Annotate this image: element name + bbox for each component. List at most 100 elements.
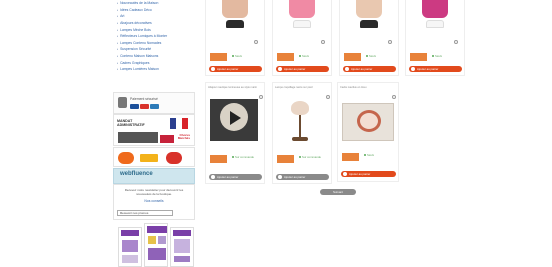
product-image[interactable] [277, 0, 325, 38]
product-name[interactable]: Abajour nautique lumineuse au style mari… [208, 86, 262, 89]
category-item[interactable]: • Suspension Sécurité [117, 46, 195, 53]
category-item[interactable]: • Lampes Mèche Bois [117, 26, 195, 33]
category-link[interactable]: Lampes Lumières Maison [120, 67, 159, 71]
category-item[interactable]: • Cadres Graphiques [117, 59, 195, 66]
stock-dot-icon [432, 55, 434, 57]
next-page-button[interactable]: Suivant [320, 189, 356, 195]
bullet-icon: • [117, 7, 119, 12]
price-tag [277, 155, 294, 163]
category-item[interactable]: • Idées Cadeaux Déco [117, 7, 195, 14]
product-name[interactable]: Lampe coquillage nacre sur pied [275, 86, 329, 89]
zoom-icon[interactable] [392, 95, 396, 99]
product-image[interactable] [210, 99, 258, 141]
stock-dot-icon [299, 156, 301, 158]
category-link[interactable]: Lampes Mèche Bois [120, 28, 151, 32]
lamp-shade [422, 0, 448, 18]
add-to-cart-button[interactable]: Ajouter au panier [276, 174, 329, 180]
product-image[interactable] [210, 0, 258, 38]
stock-label: Stock [369, 54, 376, 58]
webfluence-banner[interactable]: webfluence [113, 168, 195, 184]
stock-status: Stock [299, 54, 309, 58]
cart-icon [278, 175, 282, 179]
product-name[interactable]: Cadre nautilus en tissu [340, 86, 394, 89]
product-image[interactable] [277, 99, 325, 145]
category-item[interactable]: • Lampes Contenu Nomades [117, 40, 195, 47]
product-card[interactable]: Lampe coquillage nacre sur pied Sur comm… [272, 82, 332, 184]
category-link[interactable]: Art [120, 14, 124, 18]
webfluence-logo: webfluence [120, 171, 153, 177]
bullet-icon: • [117, 47, 119, 52]
product-image[interactable] [344, 0, 392, 38]
chorus-label-line: Marchés [177, 136, 190, 141]
stock-status: Sur commande [232, 155, 264, 159]
bullet-icon: • [117, 1, 119, 6]
category-item[interactable]: • Art [117, 13, 195, 20]
catalog-thumbnails[interactable] [118, 223, 194, 267]
lamp-shade [222, 0, 248, 18]
bullet-icon: • [117, 14, 119, 19]
add-to-cart-button[interactable]: Ajouter au panier [209, 66, 262, 72]
stock-status: Stock [432, 54, 442, 58]
category-link[interactable]: Abajours décoratives [120, 21, 152, 25]
add-to-cart-label: Ajouter au panier [217, 67, 239, 71]
product-card[interactable]: Stock Ajouter au panier [405, 0, 465, 76]
french-flag-icon [170, 118, 188, 129]
category-item[interactable]: • Abajours décoratives [117, 20, 195, 27]
category-link[interactable]: Contenu Maison Maisons [120, 54, 158, 58]
stock-status: Sur commande [299, 155, 331, 159]
zoom-icon[interactable] [388, 40, 392, 44]
webfluence-link[interactable]: Nos conseils [114, 199, 194, 203]
shell-lamp-base [292, 137, 308, 141]
category-item[interactable]: • Nouveautés de la Maison [117, 0, 195, 7]
category-list: • Nouveautés de la Maison • Idées Cadeaux … [113, 0, 195, 73]
product-card[interactable]: Abajour nautique lumineuse au style mari… [205, 82, 265, 184]
chorus-logo [160, 135, 174, 143]
cart-icon [211, 67, 215, 71]
carriers-panel [113, 147, 195, 167]
add-to-cart-button[interactable]: Ajouter au panier [341, 171, 396, 177]
bullet-icon: • [117, 27, 119, 32]
bullet-icon: • [117, 34, 119, 39]
catalog-page [170, 227, 194, 267]
category-link[interactable]: Idées Cadeaux Déco [120, 8, 152, 12]
stock-dot-icon [299, 55, 301, 57]
add-to-cart-button[interactable]: Ajouter au panier [409, 66, 462, 72]
category-item[interactable]: • Contenu Maison Maisons [117, 53, 195, 60]
category-link[interactable]: Réflecteurs Lumiques à Monter [120, 34, 167, 38]
add-to-cart-label: Ajouter au panier [284, 67, 306, 71]
zoom-icon[interactable] [454, 40, 458, 44]
stock-label: Sur commande [235, 155, 254, 159]
zoom-icon[interactable] [326, 95, 330, 99]
product-image[interactable] [342, 103, 394, 141]
cart-icon [278, 67, 282, 71]
add-to-cart-label: Ajouter au panier [351, 67, 373, 71]
category-item[interactable]: • Réflecteurs Lumiques à Monter [117, 33, 195, 40]
newsletter-select[interactable]: Recevoir nos promos [117, 210, 173, 216]
product-card[interactable]: Cadre nautilus en tissu Stock Ajouter au… [337, 82, 399, 182]
add-to-cart-button[interactable]: Ajouter au panier [276, 66, 329, 72]
category-link[interactable]: Nouveautés de la Maison [120, 1, 158, 5]
category-item[interactable]: • Lampes Lumières Maison [117, 66, 195, 73]
product-image[interactable] [410, 0, 458, 38]
cart-icon [345, 67, 349, 71]
price-tag [277, 53, 294, 61]
product-card[interactable]: Stock Ajouter au panier [339, 0, 399, 76]
mastercard-icon [140, 104, 149, 109]
add-to-cart-button[interactable]: Ajouter au panier [209, 174, 262, 180]
category-link[interactable]: Cadres Graphiques [120, 61, 149, 65]
zoom-icon[interactable] [254, 40, 258, 44]
product-card[interactable]: Stock Ajouter au panier [272, 0, 332, 76]
payment-cards [130, 104, 159, 109]
secure-payment-panel: Paiement sécurisé [113, 92, 195, 114]
mandat-title-line: ADMINISTRATIF [117, 123, 145, 128]
product-card[interactable]: Stock Ajouter au panier [205, 0, 265, 76]
bullet-icon: • [117, 21, 119, 26]
category-link[interactable]: Suspension Sécurité [120, 47, 151, 51]
zoom-icon[interactable] [321, 40, 325, 44]
secure-payment-title: Paiement sécurisé [130, 97, 158, 101]
category-link[interactable]: Lampes Contenu Nomades [120, 41, 161, 45]
add-to-cart-button[interactable]: Ajouter au panier [343, 66, 396, 72]
colissimo-logo [140, 154, 158, 162]
stock-status: Stock [366, 54, 376, 58]
zoom-icon[interactable] [259, 95, 263, 99]
